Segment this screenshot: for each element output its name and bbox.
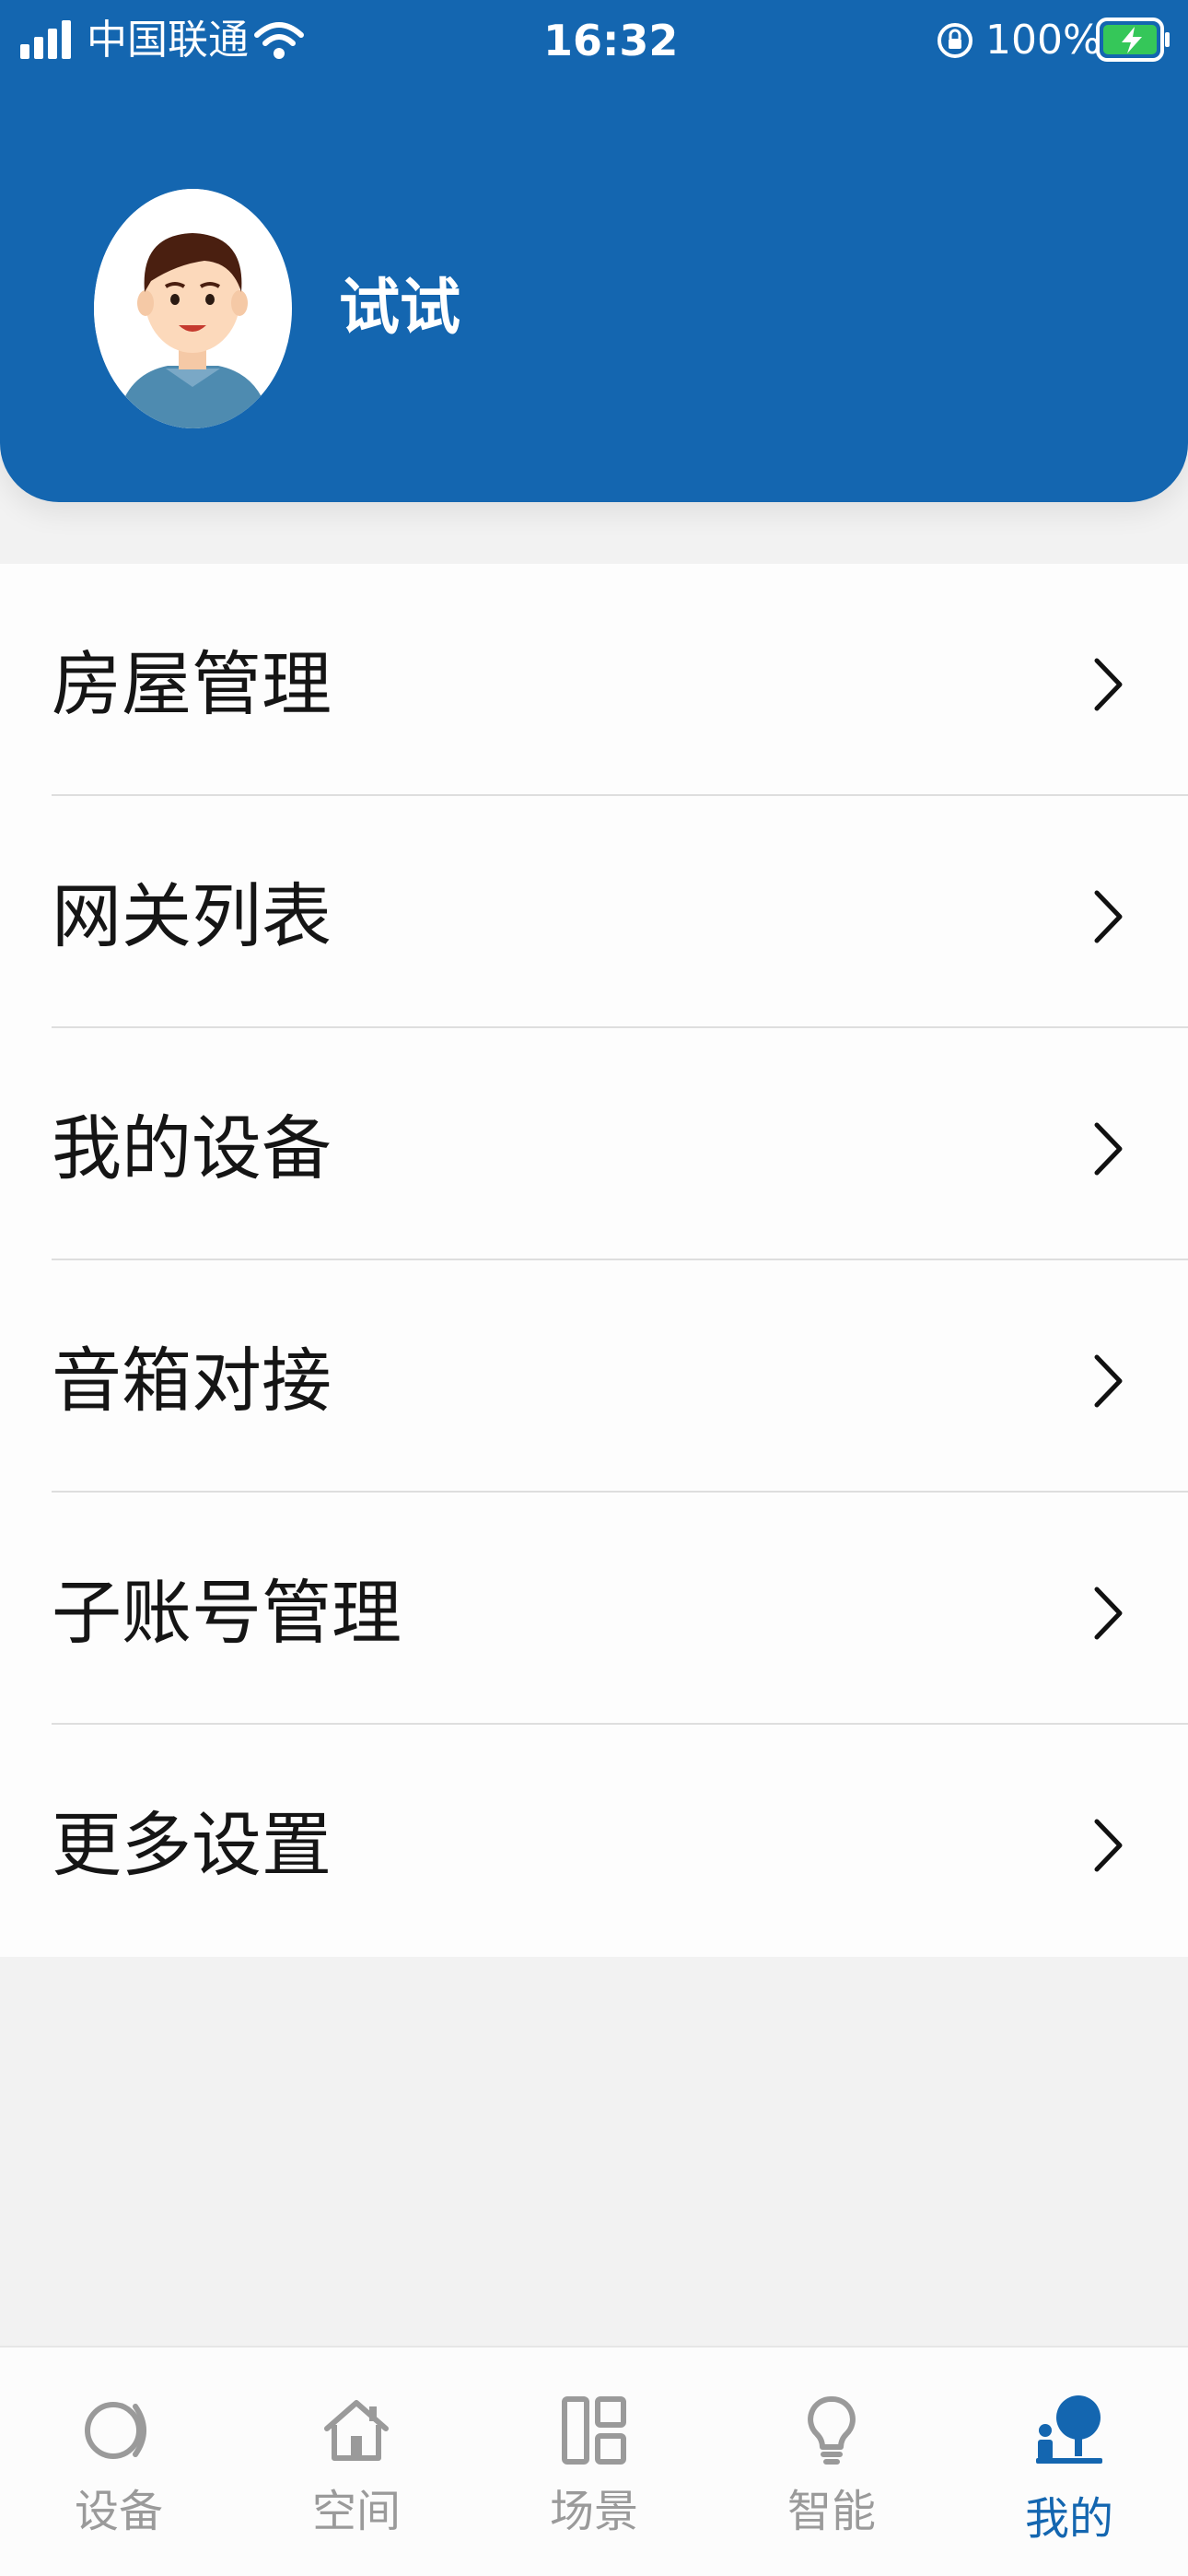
home-icon	[324, 2400, 389, 2461]
device-icon	[85, 2402, 146, 2459]
tab-label: 智能	[786, 2486, 876, 2537]
menu-item-label: 我的设备	[52, 1107, 332, 1189]
menu-item-my-devices[interactable]: 我的设备	[0, 1028, 1188, 1260]
tab-devices[interactable]: 设备	[0, 2348, 238, 2576]
profile-header: 中国联通 16:32 100% 试试	[0, 0, 1188, 502]
chevron-right-icon	[1094, 658, 1123, 711]
menu-item-label: 网关列表	[52, 875, 332, 957]
wifi-icon	[254, 22, 304, 59]
chevron-right-icon	[1094, 1819, 1123, 1872]
tab-bar: 设备 空间 场景 智能 我的	[0, 2346, 1188, 2576]
menu-item-label: 子账号管理	[52, 1572, 402, 1654]
tab-mine[interactable]: 我的	[950, 2348, 1188, 2576]
chevron-right-icon	[1094, 1354, 1123, 1408]
username[interactable]: 试试	[339, 271, 460, 345]
menu-item-gateway-list[interactable]: 网关列表	[0, 796, 1188, 1028]
tab-label: 空间	[311, 2486, 401, 2537]
bulb-icon	[808, 2396, 856, 2465]
chevron-right-icon	[1094, 890, 1123, 943]
signal-icon	[20, 20, 71, 59]
carrier-name: 中国联通	[87, 17, 249, 64]
chevron-right-icon	[1094, 1587, 1123, 1640]
battery-icon	[1096, 18, 1170, 62]
avatar-illustration	[94, 189, 291, 428]
menu-item-label: 更多设置	[52, 1804, 332, 1886]
status-bar: 中国联通 16:32 100%	[0, 0, 1188, 83]
menu-item-more-settings[interactable]: 更多设置	[0, 1725, 1188, 1957]
profile-icon	[1036, 2395, 1102, 2464]
tab-label: 我的	[1024, 2493, 1113, 2545]
tab-smart[interactable]: 智能	[713, 2348, 950, 2576]
battery-percent: 100%	[985, 17, 1101, 64]
status-time: 16:32	[543, 16, 679, 65]
tab-label: 设备	[74, 2486, 163, 2537]
scene-icon	[562, 2396, 626, 2465]
menu-item-house-management[interactable]: 房屋管理	[0, 564, 1188, 796]
tab-label: 场景	[549, 2486, 638, 2537]
menu-item-label: 房屋管理	[52, 643, 332, 725]
avatar[interactable]	[94, 189, 292, 428]
rotation-lock-icon	[938, 23, 973, 58]
menu-item-speaker-integration[interactable]: 音箱对接	[0, 1260, 1188, 1493]
settings-menu: 房屋管理 网关列表 我的设备 音箱对接 子账号管理 更多设置	[0, 564, 1188, 1957]
tab-space[interactable]: 空间	[238, 2348, 475, 2576]
menu-item-sub-account-management[interactable]: 子账号管理	[0, 1493, 1188, 1725]
chevron-right-icon	[1094, 1122, 1123, 1176]
tab-scenes[interactable]: 场景	[475, 2348, 713, 2576]
menu-item-label: 音箱对接	[52, 1340, 332, 1422]
